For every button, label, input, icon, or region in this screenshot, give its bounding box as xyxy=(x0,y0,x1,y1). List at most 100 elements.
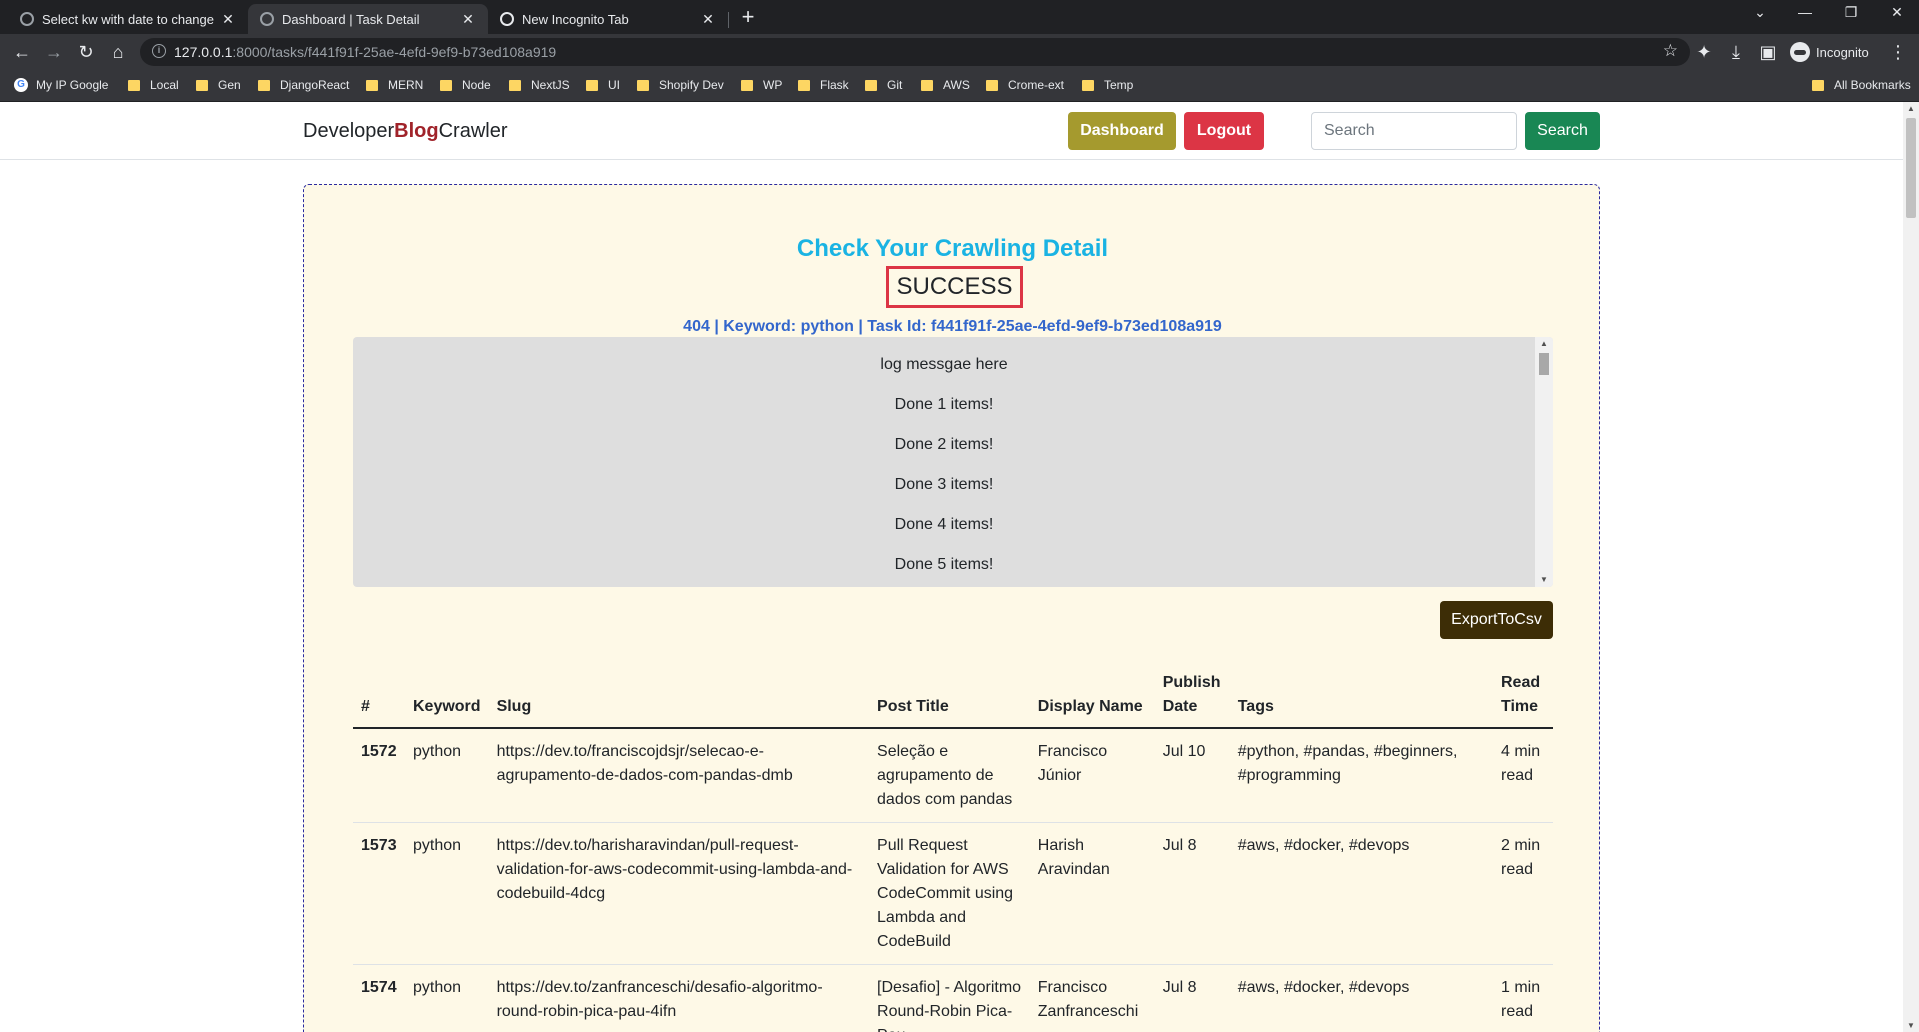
incognito-profile-button[interactable]: Incognito xyxy=(1790,40,1869,64)
page-viewport: DeveloperBlogCrawler Dashboard Logout Se… xyxy=(0,102,1919,1032)
extensions-icon[interactable]: ✦ xyxy=(1692,40,1716,64)
globe-icon xyxy=(20,12,34,26)
folder-icon xyxy=(509,79,521,91)
download-icon[interactable]: ⤓ xyxy=(1724,40,1748,64)
table-row: 1572 python https://dev.to/franciscojdsj… xyxy=(353,728,1553,823)
bookmark-node[interactable]: Node xyxy=(440,78,491,92)
row-slug: https://dev.to/zanfranceschi/desafio-alg… xyxy=(488,964,870,1032)
home-icon[interactable]: ⌂ xyxy=(106,40,130,64)
folder-icon xyxy=(741,79,753,91)
tab-new-incognito[interactable]: New Incognito Tab ✕ xyxy=(488,4,728,34)
forward-icon[interactable]: → xyxy=(42,40,66,64)
bookmark-crome-ext[interactable]: Crome-ext xyxy=(986,78,1064,92)
log-line: Done 4 items! xyxy=(894,516,994,533)
tab-search-icon[interactable]: ⌄ xyxy=(1745,4,1775,21)
close-icon[interactable]: ✕ xyxy=(220,11,236,28)
restore-icon[interactable]: ❐ xyxy=(1836,4,1866,21)
row-tags: #python, #pandas, #beginners, #programmi… xyxy=(1229,728,1493,823)
logout-button[interactable]: Logout xyxy=(1184,112,1264,150)
export-csv-button[interactable]: ExportToCsv xyxy=(1440,601,1553,639)
tab-title: New Incognito Tab xyxy=(522,11,629,27)
scroll-thumb[interactable] xyxy=(1539,353,1549,375)
tab-task-detail[interactable]: Dashboard | Task Detail ✕ xyxy=(248,4,488,34)
column-header: Post Title xyxy=(869,663,1030,729)
column-header: Read Time xyxy=(1492,663,1553,729)
address-bar[interactable]: i 127.0.0.1:8000/tasks/f441f91f-25ae-4ef… xyxy=(140,38,1690,66)
bookmark-my-ip-google[interactable]: G My IP Google xyxy=(14,78,108,92)
bookmark-ui[interactable]: UI xyxy=(586,78,620,92)
table-row: 1573 python https://dev.to/harisharavind… xyxy=(353,822,1553,965)
row-read-time: 4 min read xyxy=(1492,728,1553,823)
new-tab-button[interactable]: + xyxy=(736,6,760,28)
column-header: Tags xyxy=(1229,663,1493,729)
log-scrollbar[interactable]: ▲ ▼ xyxy=(1535,337,1553,587)
back-icon[interactable]: ← xyxy=(10,40,34,64)
dashboard-button[interactable]: Dashboard xyxy=(1068,112,1176,150)
bookmark-star-icon[interactable]: ☆ xyxy=(1663,41,1678,61)
window-close-icon[interactable]: ✕ xyxy=(1882,4,1912,21)
close-icon[interactable]: ✕ xyxy=(460,11,476,28)
folder-icon xyxy=(1082,79,1094,91)
row-publish-date: Jul 8 xyxy=(1154,822,1230,965)
row-keyword: python xyxy=(404,728,489,823)
row-number: 1573 xyxy=(353,822,405,965)
folder-icon xyxy=(440,79,452,91)
row-post-title: Pull Request Validation for AWS CodeComm… xyxy=(869,822,1030,965)
bookmark-shopify-dev[interactable]: Shopify Dev xyxy=(637,78,724,92)
scroll-up-icon[interactable]: ▲ xyxy=(1535,337,1553,351)
scroll-down-icon[interactable]: ▼ xyxy=(1903,1021,1919,1030)
log-line: Done 1 items! xyxy=(894,396,994,413)
site-info-icon[interactable]: i xyxy=(152,44,166,58)
close-icon[interactable]: ✕ xyxy=(700,11,716,28)
row-keyword: python xyxy=(404,822,489,965)
side-panel-icon[interactable]: ▣ xyxy=(1756,40,1780,64)
results-table: # Keyword Slug Post Title Display Name P… xyxy=(353,663,1553,1032)
row-publish-date: Jul 8 xyxy=(1154,964,1230,1032)
bookmark-gen[interactable]: Gen xyxy=(196,78,241,92)
google-icon: G xyxy=(14,78,28,92)
row-tags: #aws, #docker, #devops xyxy=(1229,822,1493,965)
bookmarks-bar: G My IP Google Local Gen DjangoReact MERN… xyxy=(0,70,1919,102)
folder-icon xyxy=(865,79,877,91)
tab-title: Dashboard | Task Detail xyxy=(282,11,420,27)
globe-icon xyxy=(260,12,274,26)
search-input[interactable]: Search xyxy=(1311,112,1517,150)
log-line: Done 3 items! xyxy=(894,476,994,493)
bookmark-git[interactable]: Git xyxy=(865,78,902,92)
page-scrollbar[interactable]: ▲ ▼ xyxy=(1903,102,1919,1032)
column-header: # xyxy=(353,663,405,729)
search-button[interactable]: Search xyxy=(1525,112,1600,150)
row-display-name: Francisco Zanfranceschi xyxy=(1029,964,1155,1032)
bookmark-nextjs[interactable]: NextJS xyxy=(509,78,570,92)
scroll-thumb[interactable] xyxy=(1906,118,1916,218)
bookmark-local[interactable]: Local xyxy=(128,78,179,92)
scroll-up-icon[interactable]: ▲ xyxy=(1903,104,1919,113)
bookmark-mern[interactable]: MERN xyxy=(366,78,423,92)
tab-select-kw[interactable]: Select kw with date to change | D ✕ xyxy=(8,4,248,34)
row-post-title: Seleção e agrupamento de dados com panda… xyxy=(869,728,1030,823)
bookmark-flask[interactable]: Flask xyxy=(798,78,849,92)
column-header: Publish Date xyxy=(1154,663,1230,729)
menu-icon[interactable]: ⋮ xyxy=(1886,40,1910,64)
bookmark-djangoreact[interactable]: DjangoReact xyxy=(258,78,349,92)
scroll-down-icon[interactable]: ▼ xyxy=(1535,573,1553,587)
bookmark-temp[interactable]: Temp xyxy=(1082,78,1133,92)
row-post-title: [Desafio] - Algoritmo Round-Robin Pica-P… xyxy=(869,964,1030,1032)
table-header-row: # Keyword Slug Post Title Display Name P… xyxy=(353,663,1553,729)
profile-label: Incognito xyxy=(1816,44,1869,60)
log-line: Done 2 items! xyxy=(894,436,994,453)
reload-icon[interactable]: ↻ xyxy=(74,40,98,64)
task-subinfo: 404 | Keyword: python | Task Id: f441f91… xyxy=(683,318,1222,335)
browser-toolbar: ← → ↻ ⌂ i 127.0.0.1:8000/tasks/f441f91f-… xyxy=(0,34,1919,70)
bookmark-aws[interactable]: AWS xyxy=(921,78,970,92)
folder-icon xyxy=(1812,79,1824,91)
log-panel[interactable]: log messgae here Done 1 items! Done 2 it… xyxy=(353,337,1553,587)
status-badge: SUCCESS xyxy=(886,266,1023,308)
table-row: 1574 python https://dev.to/zanfranceschi… xyxy=(353,964,1553,1032)
folder-icon xyxy=(986,79,998,91)
bookmark-wp[interactable]: WP xyxy=(741,78,782,92)
minimize-icon[interactable]: — xyxy=(1790,4,1820,20)
brand-logo[interactable]: DeveloperBlogCrawler xyxy=(303,120,508,143)
folder-icon xyxy=(128,79,140,91)
all-bookmarks[interactable]: All Bookmarks xyxy=(1812,78,1911,92)
